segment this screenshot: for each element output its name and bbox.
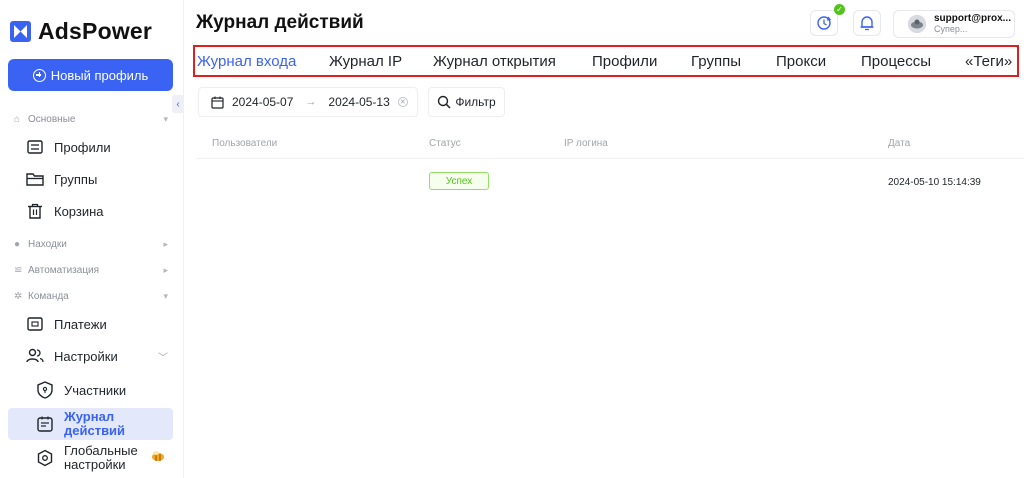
date-from[interactable]: 2024-05-07 (232, 95, 293, 109)
user-info: support@prox... Супер... (934, 13, 1011, 35)
section-main-label: Основные (28, 114, 76, 125)
section-finds-label: Находки (28, 239, 67, 250)
label-line-1: Журнал (64, 409, 115, 424)
new-profile-label: Новый профиль (50, 67, 149, 83)
compass-icon: ● (14, 238, 21, 250)
filter-label: Фильтр (455, 95, 496, 109)
login-log-table: Пользователи Статус IP логина Дата Успех… (196, 127, 1024, 478)
adspower-logo-icon (10, 20, 31, 42)
section-finds[interactable]: ● Находки ▸ (14, 239, 168, 250)
sidebar-subitem-action-log[interactable]: Журнал действий (36, 410, 125, 438)
sidebar-item-groups[interactable]: Группы (26, 171, 97, 187)
profile-list-icon (26, 139, 44, 155)
tab-processes[interactable]: Процессы (861, 53, 931, 70)
column-header-users: Пользователи (212, 138, 278, 149)
page-title: Журнал действий (196, 12, 364, 33)
log-icon (36, 415, 54, 433)
logo-text: AdsPower (38, 17, 153, 44)
user-email: support@prox... (934, 13, 1011, 24)
calendar-icon (211, 96, 224, 109)
team-gear-icon: ✲ (14, 290, 23, 302)
date-range-picker[interactable]: 2024-05-07 → 2024-05-13 ✕ (198, 87, 418, 117)
label-line-2: действий (64, 423, 126, 438)
home-icon: ⌂ (14, 113, 21, 125)
sidebar-subitem-label: Глобальные настройки (64, 444, 138, 472)
column-header-ip: IP логина (564, 138, 608, 149)
log-tabs: Журнал входа Журнал IP Журнал открытия П… (193, 45, 1019, 77)
user-role: Супер... (934, 24, 968, 34)
automation-icon: ≌ (14, 264, 23, 276)
user-menu[interactable]: support@prox... Супер... (893, 10, 1015, 38)
chevron-right-icon: ▸ (163, 265, 168, 275)
sidebar-item-payments[interactable]: Платежи (26, 316, 107, 332)
sidebar-subitem-members[interactable]: Участники (36, 381, 126, 399)
sidebar-item-trash[interactable]: Корзина (26, 203, 104, 219)
section-automation[interactable]: ≌ Автоматизация ▸ (14, 265, 168, 276)
chevron-down-icon: ﹀ (158, 352, 168, 364)
sidebar-item-label: Настройки (54, 348, 118, 364)
collapse-sidebar-button[interactable]: ‹ (172, 95, 184, 113)
tab-profiles[interactable]: Профили (592, 53, 657, 70)
column-header-date: Дата (888, 138, 911, 149)
date-to[interactable]: 2024-05-13 (328, 95, 389, 109)
table-row[interactable]: Успех 2024-05-10 15:14:39 (196, 159, 1024, 203)
search-icon (438, 95, 451, 109)
gear-icon (36, 449, 54, 467)
table-header: Пользователи Статус IP логина Дата (196, 127, 1024, 159)
chevron-down-icon: ▾ (163, 291, 168, 301)
tab-login-log[interactable]: Журнал входа (197, 53, 296, 70)
arrow-right-icon: → (305, 96, 317, 108)
section-automation-label: Автоматизация (28, 265, 100, 276)
filter-button[interactable]: Фильтр (428, 87, 505, 117)
sidebar-item-profiles[interactable]: Профили (26, 139, 111, 155)
check-badge-icon: ✓ (834, 4, 845, 15)
status-badge: Успех (429, 172, 489, 190)
sync-icon (817, 16, 832, 30)
sidebar-item-settings[interactable]: Настройки ﹀ (26, 348, 168, 364)
tab-groups[interactable]: Группы (691, 53, 741, 70)
sidebar-item-label: Профили (54, 139, 111, 155)
sync-button[interactable] (810, 10, 838, 36)
clear-icon[interactable]: ✕ (397, 97, 408, 107)
sidebar-item-label: Корзина (54, 203, 104, 219)
new-profile-button[interactable]: Новый профиль (8, 59, 173, 91)
notifications-button[interactable] (853, 10, 881, 36)
folder-icon (26, 171, 44, 187)
trash-icon (26, 203, 44, 219)
chevron-right-icon: ▸ (163, 239, 168, 249)
tab-open-log[interactable]: Журнал открытия (433, 53, 556, 70)
section-team-label: Команда (28, 291, 69, 302)
app-window: AdsPower Новый профиль ‹ ⌂ Основные ▾ Пр… (0, 0, 1024, 478)
sidebar-subitem-label: Журнал действий (64, 410, 125, 438)
payment-card-icon (26, 316, 44, 332)
sidebar-item-label: Платежи (54, 316, 107, 332)
sidebar-subitem-global-settings[interactable]: Глобальные настройки (36, 444, 138, 472)
sidebar: AdsPower Новый профиль ‹ ⌂ Основные ▾ Пр… (0, 0, 184, 478)
sidebar-subitem-label: Участники (64, 382, 127, 398)
shield-icon (36, 381, 54, 399)
label-line-1: Глобальные (64, 443, 138, 458)
section-main[interactable]: ⌂ Основные ▾ (14, 114, 168, 125)
plus-circle-icon (32, 68, 46, 82)
bell-icon (860, 16, 874, 31)
tab-tags[interactable]: «Теги» (965, 53, 1012, 70)
chevron-down-icon: ▾ (163, 114, 168, 124)
sidebar-item-label: Группы (54, 171, 98, 187)
avatar (908, 15, 926, 33)
users-icon (26, 348, 44, 364)
tab-proxy[interactable]: Прокси (776, 53, 826, 70)
cell-date: 2024-05-10 15:14:39 (888, 177, 981, 188)
logo: AdsPower (10, 16, 152, 46)
column-header-status: Статус (429, 138, 461, 149)
bee-icon (152, 451, 164, 461)
label-line-2: настройки (64, 457, 126, 472)
section-team[interactable]: ✲ Команда ▾ (14, 291, 168, 302)
tab-ip-log[interactable]: Журнал IP (329, 53, 402, 70)
